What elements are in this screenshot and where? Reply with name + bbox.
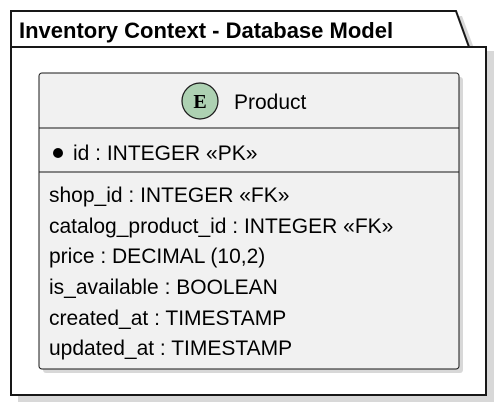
field-updated-at: updated_at : TIMESTAMP — [49, 337, 292, 360]
pk-bullet-icon — [53, 148, 63, 158]
field-created-at: created_at : TIMESTAMP — [49, 307, 286, 330]
field-shop-id: shop_id : INTEGER «FK» — [49, 184, 289, 207]
field-is-available: is_available : BOOLEAN — [49, 276, 278, 299]
stereotype-letter: E — [193, 91, 206, 113]
field-price: price : DECIMAL (10,2) — [49, 245, 265, 268]
entity-product: E Product id : INTEGER «PK» shop_id : IN… — [38, 72, 460, 370]
pk-field-id: id : INTEGER «PK» — [73, 142, 257, 165]
diagram-canvas: Inventory Context - Database Model E Pro… — [10, 10, 494, 402]
package-title: Inventory Context - Database Model — [19, 18, 393, 43]
field-catalog-product-id: catalog_product_id : INTEGER «FK» — [49, 215, 393, 238]
entity-name: Product — [234, 91, 307, 114]
entity-stereotype-icon: E — [181, 82, 219, 120]
